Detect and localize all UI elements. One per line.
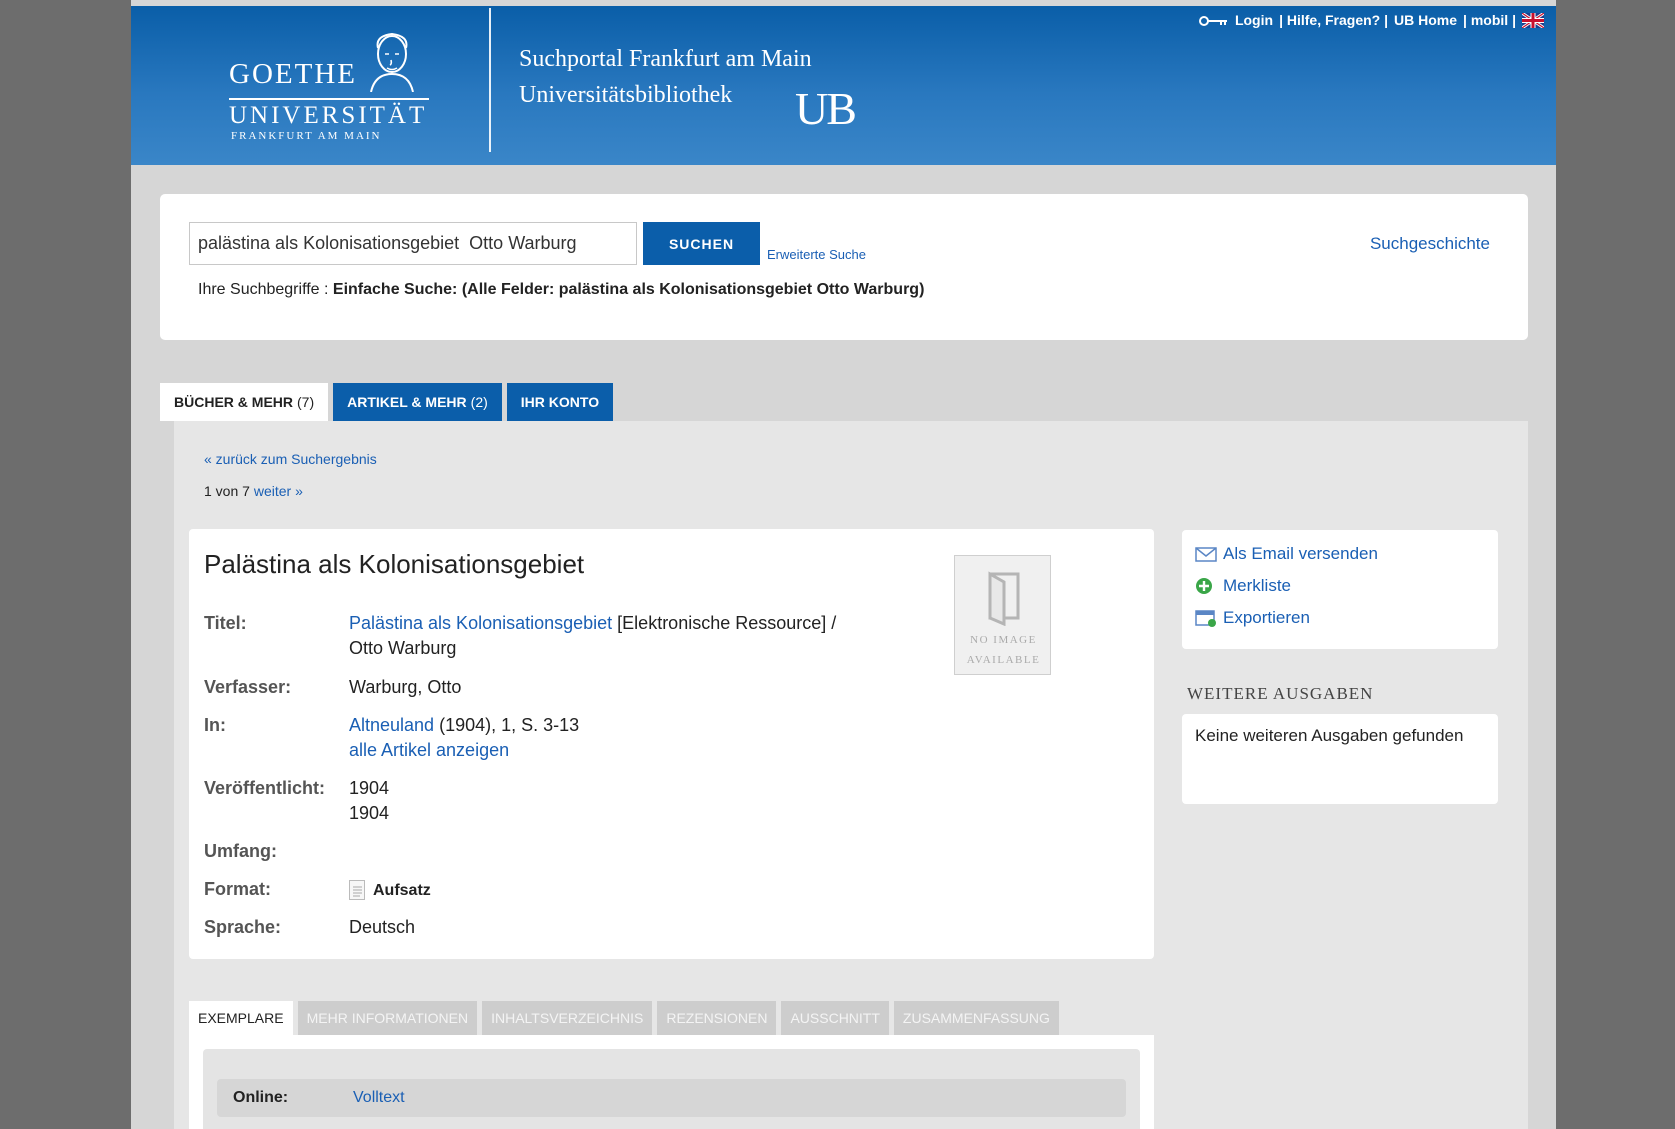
field-value: Palästina als Kolonisationsgebiet [Elekt…	[349, 613, 836, 659]
published-year-1: 1904	[349, 778, 390, 798]
field-label: In:	[204, 715, 226, 735]
tab-count: (7)	[297, 394, 315, 410]
tab-label: ARTIKEL & MEHR	[347, 394, 467, 410]
tab-mehr-informationen[interactable]: MEHR INFORMATIONEN	[297, 1001, 478, 1035]
mobile-link[interactable]: | mobil |	[1463, 12, 1516, 28]
language-value: Deutsch	[349, 917, 416, 937]
field-label: Veröffentlicht:	[204, 778, 326, 798]
field-value: Altneuland (1904), 1, S. 3-13 alle Artik…	[349, 715, 579, 761]
holdings-panel: Online: Volltext	[189, 1035, 1154, 1129]
result-pager: 1 von 7 weiter »	[204, 483, 303, 499]
online-row: Online: Volltext	[217, 1079, 1126, 1117]
top-links: Login | Hilfe, Fragen? | UB Home | mobil…	[1198, 12, 1544, 28]
merkliste-action[interactable]: Merkliste	[1195, 576, 1291, 596]
document-icon	[349, 880, 365, 901]
journal-details: (1904), 1, S. 3-13	[434, 715, 580, 735]
all-articles-link[interactable]: alle Artikel anzeigen	[349, 740, 579, 761]
tab-label: IHR KONTO	[520, 394, 600, 410]
merkliste-action-label: Merkliste	[1223, 576, 1292, 595]
portal-title: Suchportal Frankfurt am Main	[519, 46, 812, 72]
no-image-placeholder: NO IMAGE AVAILABLE	[954, 555, 1051, 675]
ub-logo-mark: UB	[795, 83, 857, 134]
export-action[interactable]: Exportieren	[1195, 608, 1310, 628]
title-suffix: [Elektronische Ressource] /	[612, 613, 837, 633]
envelope-icon	[1195, 545, 1217, 563]
email-action-label: Als Email versenden	[1223, 544, 1378, 563]
goethe-university-logo[interactable]: GOETHE UNIVERSITÄT FRANKFURT AM MAIN	[229, 26, 449, 156]
tab-buecher-mehr[interactable]: BÜCHER & MEHR (7)	[160, 383, 329, 421]
no-image-text-1: NO IMAGE	[970, 634, 1037, 646]
tab-exemplare[interactable]: EXEMPLARE	[189, 1001, 293, 1035]
goethe-portrait-icon	[370, 32, 414, 92]
editions-card: Keine weiteren Ausgaben gefunden	[1182, 714, 1498, 804]
site-header: GOETHE UNIVERSITÄT FRANKFURT AM MAIN Suc…	[131, 6, 1556, 165]
main-tabs: BÜCHER & MEHR (7) ARTIKEL & MEHR (2) IHR K…	[160, 383, 614, 421]
logo-location-text: FRANKFURT AM MAIN	[231, 130, 382, 142]
login-link[interactable]: Login	[1235, 12, 1273, 28]
tab-ausschnitt[interactable]: AUSSCHNITT	[781, 1001, 889, 1035]
field-label: Titel:	[204, 613, 247, 633]
format-value: Aufsatz	[373, 882, 431, 899]
page-container: GOETHE UNIVERSITÄT FRANKFURT AM MAIN Suc…	[131, 0, 1556, 1129]
export-action-label: Exportieren	[1223, 608, 1310, 627]
header-divider	[489, 8, 491, 152]
tab-label: BÜCHER & MEHR	[174, 394, 293, 410]
search-input[interactable]	[189, 222, 637, 265]
content-area: « zurück zum Suchergebnis 1 von 7 weiter…	[174, 421, 1528, 1129]
tab-artikel-mehr[interactable]: ARTIKEL & MEHR (2)	[333, 383, 502, 421]
field-label: Verfasser:	[204, 677, 292, 697]
tab-zusammenfassung[interactable]: ZUSAMMENFASSUNG	[893, 1001, 1059, 1035]
field-label: Format:	[204, 879, 271, 899]
back-to-results-link[interactable]: « zurück zum Suchergebnis	[204, 451, 377, 467]
record-title: Palästina als Kolonisationsgebiet	[204, 549, 585, 579]
tab-inhaltsverzeichnis[interactable]: INHALTSVERZEICHNIS	[482, 1001, 653, 1035]
email-action[interactable]: Als Email versenden	[1195, 544, 1378, 564]
export-icon	[1195, 609, 1217, 627]
book-icon	[988, 571, 1020, 626]
add-circle-icon	[1195, 577, 1217, 595]
separator-help: | Hilfe, Fragen? |	[1279, 12, 1388, 28]
logo-goethe-text: GOETHE	[229, 58, 357, 90]
fulltext-link[interactable]: Volltext	[353, 1089, 405, 1107]
search-terms: Ihre Suchbegriffe : Einfache Suche: (All…	[198, 281, 924, 299]
field-value: Aufsatz	[349, 879, 431, 901]
no-image-text-2: AVAILABLE	[966, 654, 1041, 666]
logo-universitaet-text: UNIVERSITÄT	[229, 98, 429, 130]
online-label: Online:	[233, 1089, 289, 1106]
search-button[interactable]: SUCHEN	[643, 222, 760, 265]
editions-text: Keine weiteren Ausgaben gefunden	[1195, 726, 1464, 745]
portal-subtitle: Universitätsbibliothek	[519, 82, 733, 108]
pager-position: 1 von 7	[204, 483, 250, 499]
holdings-box: Online: Volltext	[203, 1049, 1140, 1129]
editions-heading: WEITERE AUSGABEN	[1187, 684, 1374, 703]
next-link[interactable]: weiter »	[254, 483, 303, 499]
author-link[interactable]: Warburg, Otto	[349, 677, 461, 698]
title-link[interactable]: Palästina als Kolonisationsgebiet	[349, 613, 612, 633]
key-icon	[1198, 14, 1229, 26]
uk-flag-icon[interactable]	[1522, 12, 1544, 28]
detail-tabs: EXEMPLARE MEHR INFORMATIONEN INHALTSVERZ…	[189, 1001, 1059, 1035]
search-history-link[interactable]: Suchgeschichte	[1370, 234, 1490, 254]
journal-link[interactable]: Altneuland	[349, 715, 434, 735]
ub-home-link[interactable]: UB Home	[1394, 12, 1457, 28]
tab-rezensionen[interactable]: REZENSIONEN	[657, 1001, 777, 1035]
search-panel: SUCHEN Erweiterte Suche Suchgeschichte I…	[160, 194, 1528, 340]
tab-ihr-konto[interactable]: IHR KONTO	[506, 383, 614, 421]
field-value: 1904 1904	[349, 778, 389, 824]
field-label: Umfang:	[204, 841, 277, 861]
title-author-line: Otto Warburg	[349, 638, 457, 658]
search-terms-value: Einfache Suche: (Alle Felder: palästina …	[332, 281, 925, 298]
help-link[interactable]: | Hilfe, Fragen? |	[1279, 12, 1388, 28]
field-label: Sprache:	[204, 917, 282, 937]
search-terms-prefix: Ihre Suchbegriffe :	[198, 281, 333, 298]
published-year-2: 1904	[349, 803, 390, 823]
tab-count: (2)	[470, 394, 488, 410]
advanced-search-link[interactable]: Erweiterte Suche	[767, 247, 866, 262]
record-card: Palästina als Kolonisationsgebiet NO IMA…	[189, 529, 1154, 959]
actions-card: Als Email versenden Merkliste Exportiere…	[1182, 530, 1498, 649]
